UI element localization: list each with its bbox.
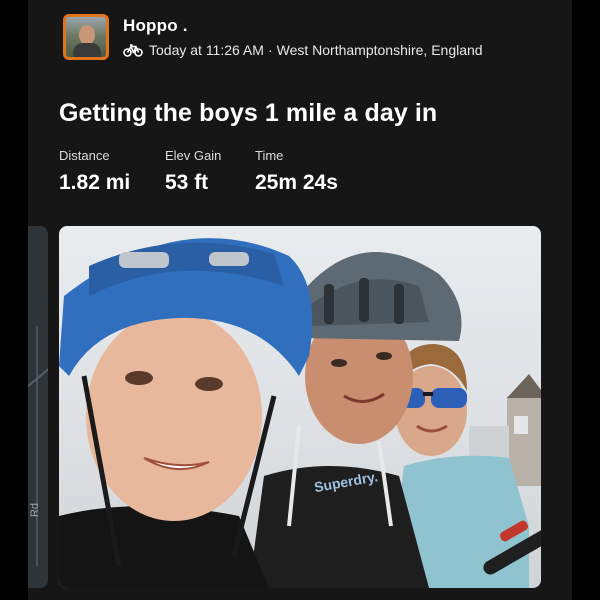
meta-separator: · (267, 42, 273, 58)
activity-photo[interactable]: Superdry. (59, 226, 541, 588)
stat-time-label: Time (255, 148, 284, 163)
stat-distance: Distance 1.82 mi (59, 148, 130, 195)
stat-distance-value: 1.82 mi (59, 171, 131, 194)
athlete-name[interactable]: Hoppo . (123, 16, 188, 36)
photo-illustration: Superdry. (59, 238, 541, 588)
map-road (36, 326, 38, 566)
stat-elev-gain: Elev Gain 53 ft (165, 148, 221, 195)
stat-time-value: 25m 24s (255, 171, 338, 194)
stat-elev-gain-label: Elev Gain (165, 148, 222, 163)
map-thumbnail[interactable]: Rd (28, 226, 48, 588)
activity-meta: Today at 11:26 AM · West Northamptonshir… (123, 42, 483, 58)
avatar-face (79, 25, 95, 45)
activity-location: West Northamptonshire, England (276, 42, 483, 58)
map-road-label: Rd (29, 502, 42, 518)
stat-elev-gain-value: 53 ft (165, 171, 209, 194)
stat-distance-label: Distance (59, 148, 110, 163)
bike-icon (123, 44, 143, 57)
activity-time: Today at 11:26 AM (149, 42, 264, 58)
avatar-body (73, 43, 101, 57)
map-road (28, 366, 48, 388)
athlete-avatar[interactable] (63, 14, 109, 60)
stat-time: Time 25m 24s (255, 148, 338, 195)
activity-card[interactable]: Hoppo . Today at 11:26 AM · West Northam… (28, 0, 572, 600)
activity-title[interactable]: Getting the boys 1 mile a day in (59, 99, 437, 128)
